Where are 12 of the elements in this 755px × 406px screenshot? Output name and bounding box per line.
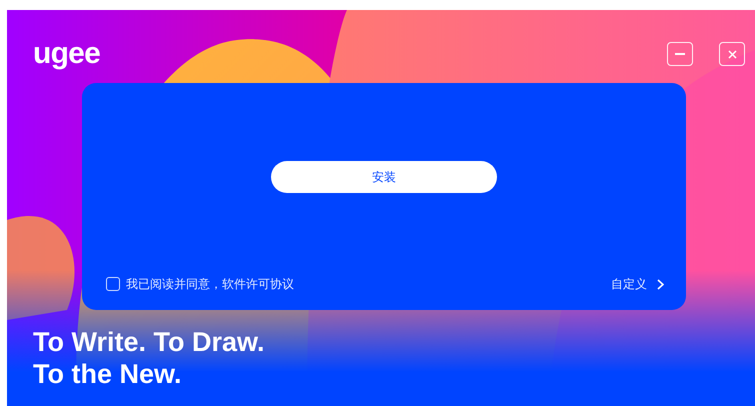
chevron-right-icon — [657, 278, 664, 290]
agreement-checkbox[interactable] — [106, 277, 120, 291]
customize-button[interactable]: 自定义 — [611, 275, 664, 293]
agreement-text: 我已阅读并同意，软件许可协议 — [126, 276, 294, 293]
minimize-button[interactable] — [667, 42, 693, 66]
slogan-text: To the New. — [33, 358, 182, 390]
close-icon — [728, 50, 736, 58]
close-button[interactable] — [719, 42, 745, 66]
slogan-text: To Write. To Draw. — [33, 326, 266, 358]
brand-logo: ugee — [33, 39, 100, 69]
minimize-icon — [675, 53, 685, 55]
install-button[interactable]: 安装 — [271, 161, 497, 193]
